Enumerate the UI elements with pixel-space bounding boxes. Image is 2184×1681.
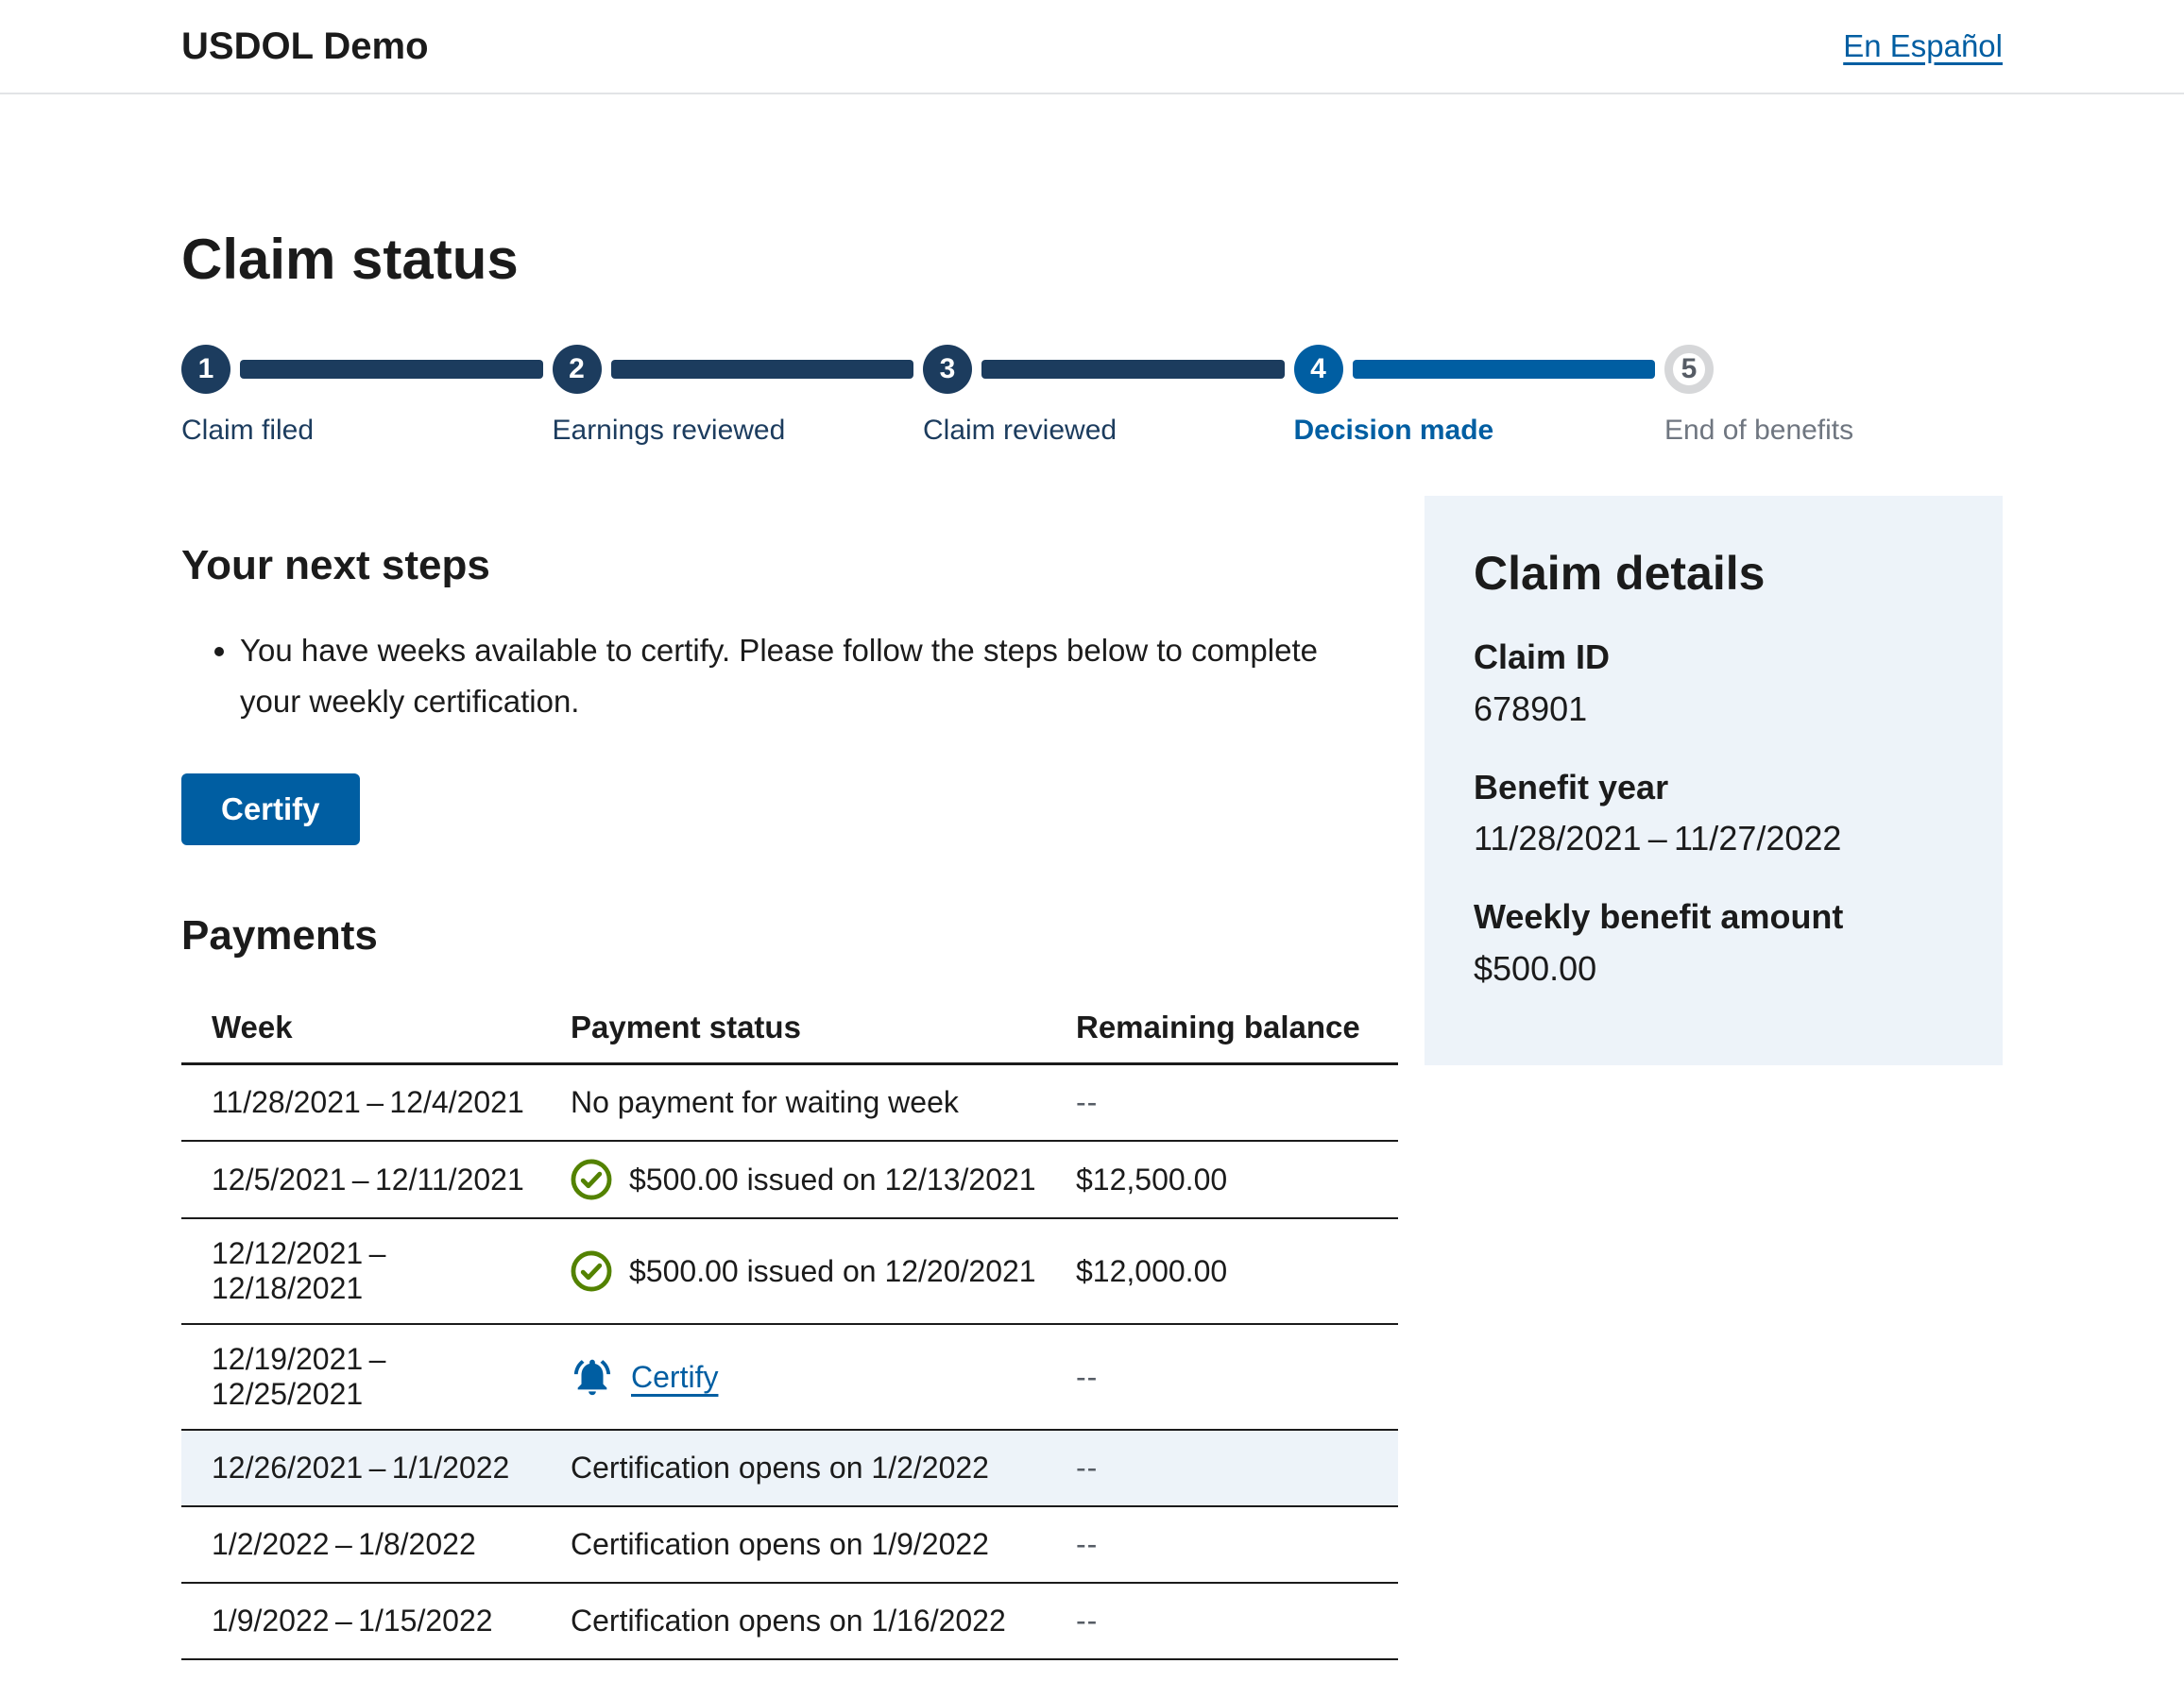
claim-details-list: Claim ID 678901 Benefit year 11/28/2021 – 1… <box>1474 636 1954 992</box>
payment-status-column-header: Payment status <box>540 994 1046 1064</box>
check-circle-icon <box>571 1159 612 1200</box>
payments-heading: Payments <box>181 911 1398 961</box>
page-title: Claim status <box>181 227 2003 292</box>
payments-table: Week Payment status Remaining balance 11… <box>181 994 1398 1660</box>
site-header: USDOL Demo En Español <box>0 0 2184 94</box>
claim-detail-value: 678901 <box>1474 688 1954 732</box>
remaining-balance-cell: $12,500.00 <box>1046 1141 1398 1218</box>
claim-detail-value: $500.00 <box>1474 947 1954 992</box>
table-row: 1/9/2022 – 1/15/2022 Certification opens … <box>181 1583 1398 1659</box>
claim-detail-benefit-year: Benefit year 11/28/2021 – 11/27/2022 <box>1474 766 1954 862</box>
step-circle: 4 <box>1294 345 1343 394</box>
remaining-balance-cell: $12,000.00 <box>1046 1218 1398 1324</box>
certify-link[interactable]: Certify <box>631 1360 718 1395</box>
empty-balance-dash: -- <box>1076 1085 1098 1119</box>
payment-status-cell: No payment for waiting week <box>540 1064 1046 1142</box>
next-steps-item: You have weeks available to certify. Ple… <box>240 625 1336 728</box>
payment-status-cell: Certification opens on 1/2/2022 <box>540 1430 1046 1506</box>
payment-status-cell: Certification opens on 1/16/2022 <box>540 1583 1046 1659</box>
step-decision-made: 4 Decision made <box>1294 345 1665 450</box>
payment-status-cell: Certify <box>540 1324 1046 1430</box>
week-cell: 12/12/2021 – 12/18/2021 <box>181 1218 540 1324</box>
remaining-balance-cell: -- <box>1046 1064 1398 1142</box>
step-circle: 2 <box>553 345 602 394</box>
step-circle: 3 <box>923 345 972 394</box>
table-row: 12/5/2021 – 12/11/2021 $500.00 issued on … <box>181 1141 1398 1218</box>
content-columns: Your next steps You have weeks available… <box>181 496 2003 1660</box>
step-label: Decision made <box>1294 411 1665 450</box>
table-row: 12/12/2021 – 12/18/2021 $500.00 issued on… <box>181 1218 1398 1324</box>
next-steps-list: You have weeks available to certify. Ple… <box>181 625 1398 728</box>
claim-details-heading: Claim details <box>1474 545 1954 602</box>
week-cell: 1/9/2022 – 1/15/2022 <box>181 1583 540 1659</box>
step-claim-filed: 1 Claim filed <box>181 345 553 450</box>
table-row: 1/2/2022 – 1/8/2022 Certification opens o… <box>181 1506 1398 1583</box>
app-title: USDOL Demo <box>181 25 429 68</box>
step-connector <box>981 360 1285 379</box>
left-column: Your next steps You have weeks available… <box>181 496 1398 1660</box>
payment-status-cell: $500.00 issued on 12/20/2021 <box>540 1218 1046 1324</box>
next-steps-heading: Your next steps <box>181 541 1398 591</box>
step-circle: 5 <box>1664 345 1714 394</box>
payment-status-text: Certification opens on 1/2/2022 <box>571 1451 989 1486</box>
step-earnings-reviewed: 2 Earnings reviewed <box>553 345 924 450</box>
step-end-of-benefits: 5 End of benefits <box>1664 345 1882 450</box>
table-row: 12/19/2021 – 12/25/2021 Certify -- <box>181 1324 1398 1430</box>
payment-status-cell: Certification opens on 1/9/2022 <box>540 1506 1046 1583</box>
table-row: 12/26/2021 – 1/1/2022 Certification opens… <box>181 1430 1398 1506</box>
step-connector <box>611 360 914 379</box>
claim-detail-label: Benefit year <box>1474 766 1954 810</box>
language-toggle-link[interactable]: En Español <box>1843 28 2003 64</box>
claim-detail-value: 11/28/2021 – 11/27/2022 <box>1474 817 1954 861</box>
week-cell: 12/19/2021 – 12/25/2021 <box>181 1324 540 1430</box>
payment-status-cell: $500.00 issued on 12/13/2021 <box>540 1141 1046 1218</box>
step-indicator: 1 Claim filed2 Earnings reviewed 3 Claim rev… <box>181 345 1882 450</box>
step-connector <box>1353 360 1656 379</box>
empty-balance-dash: -- <box>1076 1451 1098 1485</box>
claim-detail-claim-id: Claim ID 678901 <box>1474 636 1954 732</box>
week-cell: 12/26/2021 – 1/1/2022 <box>181 1430 540 1506</box>
step-label: End of benefits <box>1664 411 1882 450</box>
claim-detail-weekly-benefit-amount: Weekly benefit amount $500.00 <box>1474 895 1954 992</box>
step-connector <box>240 360 543 379</box>
certify-button[interactable]: Certify <box>181 773 360 845</box>
remaining-balance-cell: -- <box>1046 1506 1398 1583</box>
payment-status-text: No payment for waiting week <box>571 1085 959 1120</box>
week-column-header: Week <box>181 994 540 1064</box>
empty-balance-dash: -- <box>1076 1604 1098 1638</box>
payment-status-text: $500.00 issued on 12/13/2021 <box>629 1163 1036 1197</box>
payment-status-text: Certification opens on 1/16/2022 <box>571 1604 1006 1639</box>
table-header-row: Week Payment status Remaining balance <box>181 994 1398 1064</box>
payment-status-text: Certification opens on 1/9/2022 <box>571 1527 989 1562</box>
empty-balance-dash: -- <box>1076 1527 1098 1561</box>
claim-detail-label: Weekly benefit amount <box>1474 895 1954 940</box>
remaining-balance-cell: -- <box>1046 1583 1398 1659</box>
table-row: 11/28/2021 – 12/4/2021 No payment for wai… <box>181 1064 1398 1142</box>
step-circle: 1 <box>181 345 230 394</box>
step-claim-reviewed: 3 Claim reviewed <box>923 345 1294 450</box>
payment-status-text: $500.00 issued on 12/20/2021 <box>629 1254 1036 1289</box>
remaining-balance-cell: -- <box>1046 1324 1398 1430</box>
empty-balance-dash: -- <box>1076 1360 1098 1394</box>
check-circle-icon <box>571 1250 612 1292</box>
claim-detail-label: Claim ID <box>1474 636 1954 680</box>
step-label: Earnings reviewed <box>553 411 924 450</box>
week-cell: 12/5/2021 – 12/11/2021 <box>181 1141 540 1218</box>
step-label: Claim reviewed <box>923 411 1294 450</box>
bell-icon <box>571 1355 614 1399</box>
step-label: Claim filed <box>181 411 553 450</box>
main-content: Claim status 1 Claim filed2 Earnings revie… <box>181 94 2003 1660</box>
claim-details-card: Claim details Claim ID 678901 Benefit year… <box>1425 496 2003 1065</box>
week-cell: 1/2/2022 – 1/8/2022 <box>181 1506 540 1583</box>
remaining-balance-column-header: Remaining balance <box>1046 994 1398 1064</box>
remaining-balance-cell: -- <box>1046 1430 1398 1506</box>
week-cell: 11/28/2021 – 12/4/2021 <box>181 1064 540 1142</box>
